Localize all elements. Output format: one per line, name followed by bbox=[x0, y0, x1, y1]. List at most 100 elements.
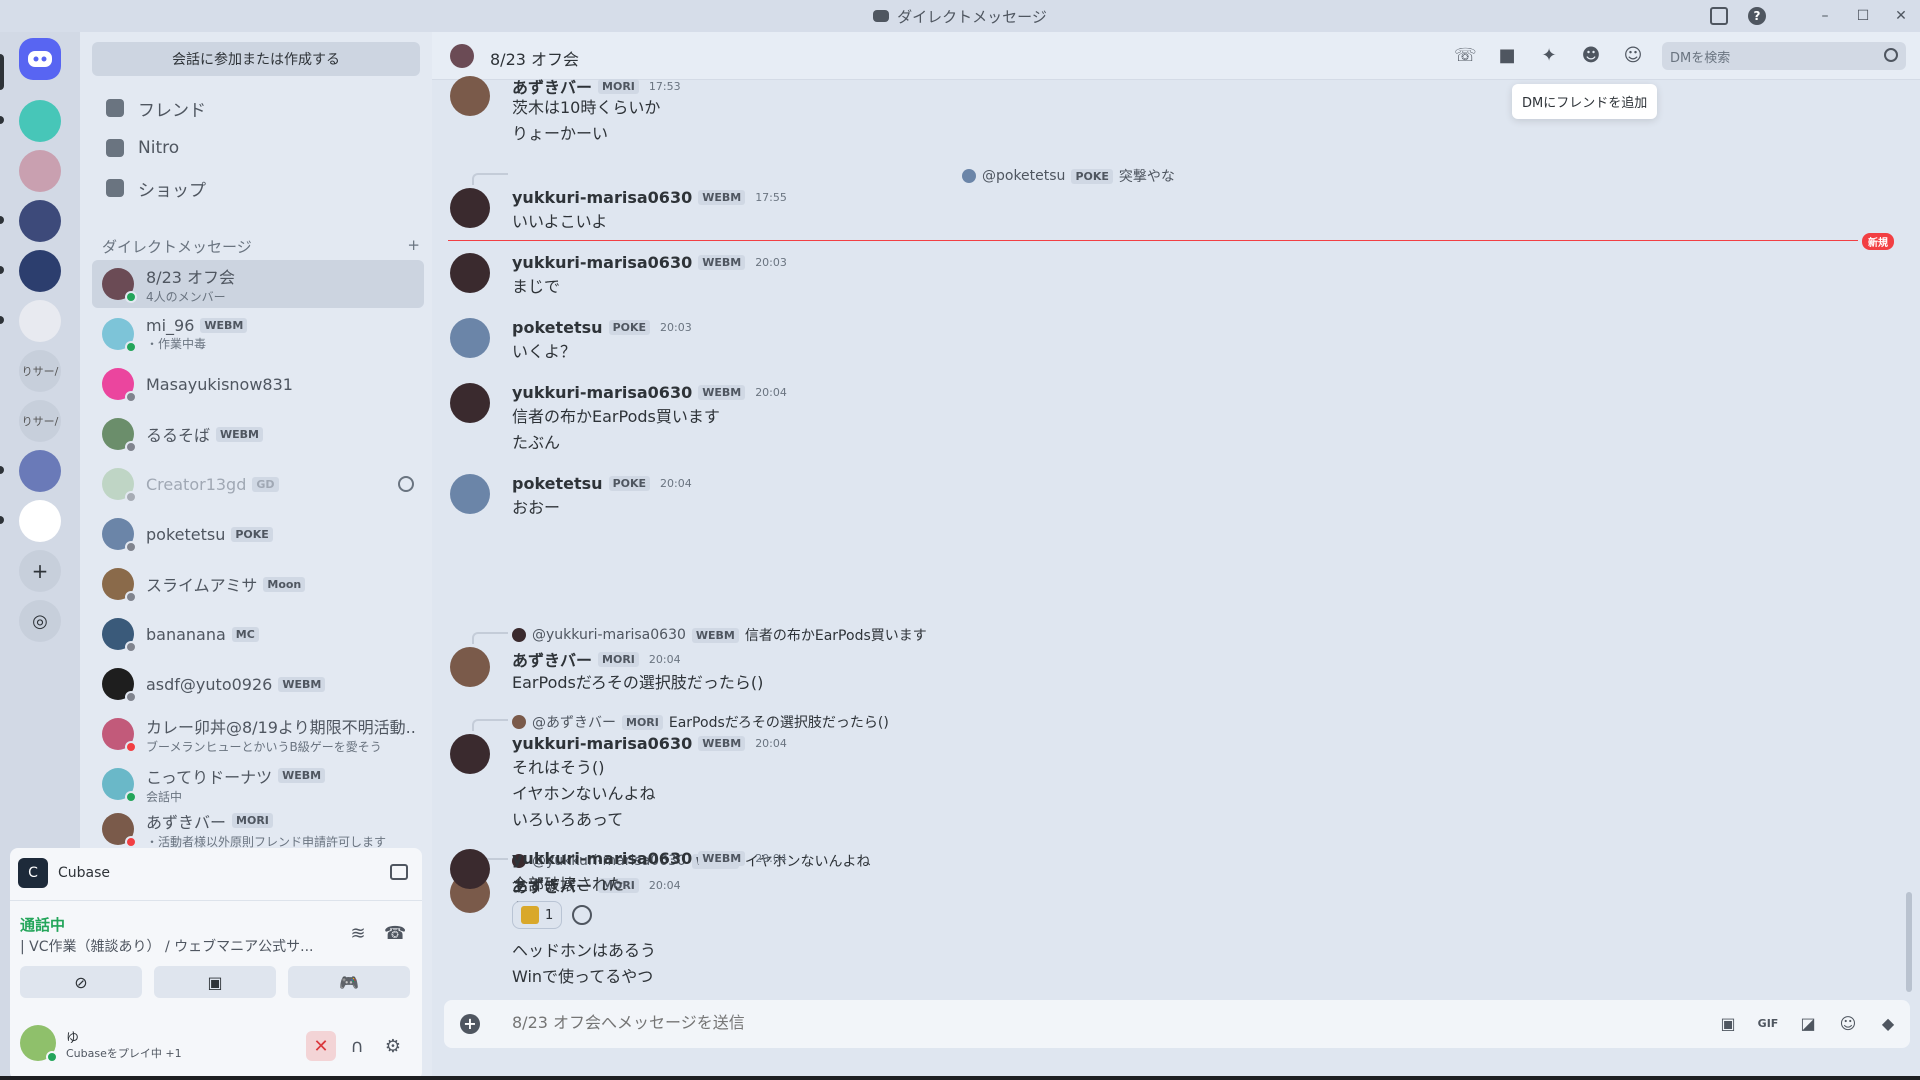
nav-nitro[interactable]: Nitro bbox=[92, 128, 420, 168]
author-name[interactable]: yukkuri-marisa0630 bbox=[512, 188, 692, 207]
nav-friends[interactable]: フレンド bbox=[92, 88, 420, 128]
upload-plus-icon[interactable]: + bbox=[460, 1014, 480, 1034]
server-icon-7[interactable]: りサー/ bbox=[19, 400, 61, 442]
dm-search-input[interactable]: DMを検索 bbox=[1662, 42, 1906, 70]
gif-icon[interactable]: GIF bbox=[1756, 1013, 1780, 1035]
gear-icon[interactable]: ⚙ bbox=[378, 1031, 408, 1061]
reply-preview[interactable]: @あずきバー MORI EarPodsだろその選択肢だったら() bbox=[512, 712, 889, 732]
tag-badge: WEBM bbox=[698, 736, 746, 751]
discover-button[interactable]: ◎ bbox=[19, 600, 61, 642]
dm-item[interactable]: 8/23 オフ会 4人のメンバー bbox=[92, 260, 424, 308]
video-icon[interactable]: ■ bbox=[1496, 46, 1518, 66]
message-text: 茨木は10時くらいか bbox=[512, 98, 661, 117]
reaction-count: 1 bbox=[545, 907, 554, 923]
headphones-icon[interactable]: ∩ bbox=[342, 1031, 372, 1061]
avatar[interactable] bbox=[450, 188, 490, 228]
bottom-edge bbox=[0, 1076, 1920, 1080]
server-icon-5[interactable] bbox=[19, 300, 61, 342]
channel-title: 8/23 オフ会 bbox=[490, 50, 580, 69]
dm-name: こってりドーナツ bbox=[146, 767, 273, 787]
mic-muted-icon[interactable]: ✕ bbox=[306, 1031, 336, 1061]
dm-name: bananana bbox=[146, 624, 226, 644]
dm-item[interactable]: るるそば WEBM bbox=[92, 410, 424, 458]
avatar[interactable] bbox=[450, 253, 490, 293]
noise-suppression-icon[interactable]: ≋ bbox=[348, 924, 368, 944]
unread-indicator bbox=[0, 266, 4, 274]
nav-shop[interactable]: ショップ bbox=[92, 168, 420, 208]
author-name[interactable]: yukkuri-marisa0630 bbox=[512, 849, 692, 868]
dm-item[interactable]: あずきバー MORI ・活動者様以外原則フレンド申請許可します bbox=[92, 810, 424, 848]
members-icon[interactable]: ☺ bbox=[1622, 46, 1644, 66]
activity-app[interactable]: C Cubase bbox=[18, 858, 110, 888]
discord-logo-icon bbox=[873, 10, 890, 22]
author-name[interactable]: poketetsu bbox=[512, 474, 603, 493]
scrollbar[interactable] bbox=[1906, 892, 1912, 992]
activity-button[interactable]: 🎮 bbox=[288, 966, 410, 998]
server-icon-3[interactable] bbox=[19, 200, 61, 242]
avatar bbox=[102, 768, 137, 803]
add-reaction-icon[interactable] bbox=[572, 905, 593, 925]
reply-preview[interactable]: @poketetsu POKE 突撃やな bbox=[962, 166, 1175, 186]
maximize-button[interactable]: ☐ bbox=[1844, 0, 1882, 32]
help-button[interactable]: ? bbox=[1738, 0, 1776, 32]
author-name[interactable]: yukkuri-marisa0630 bbox=[512, 383, 692, 402]
avatar[interactable] bbox=[450, 734, 490, 774]
create-dm-button[interactable]: + bbox=[407, 236, 420, 257]
dm-item[interactable]: カレー卯丼@8/19より期限不明活動... ブーメランヒューとかいうB級ゲーを愛そ… bbox=[92, 710, 424, 758]
avatar[interactable] bbox=[450, 383, 490, 423]
avatar[interactable] bbox=[20, 1025, 58, 1063]
gift-icon[interactable]: ▣ bbox=[1716, 1013, 1740, 1035]
dm-item[interactable]: スライムアミサ Moon bbox=[92, 560, 424, 608]
server-icon-9[interactable] bbox=[19, 500, 61, 542]
tag-badge: WEBM bbox=[216, 426, 263, 442]
close-button[interactable]: ✕ bbox=[1882, 0, 1920, 32]
dm-item[interactable]: こってりドーナツ WEBM 会話中 bbox=[92, 760, 424, 808]
message-text: 信者の布かEarPods買います bbox=[512, 407, 720, 426]
disconnect-icon[interactable]: ☎ bbox=[384, 924, 406, 944]
avatar[interactable] bbox=[450, 849, 490, 889]
dm-sub: 会話中 bbox=[146, 789, 183, 804]
home-button[interactable] bbox=[19, 38, 61, 80]
sticker-icon[interactable]: ◪ bbox=[1796, 1013, 1820, 1035]
dm-item[interactable]: poketetsu POKE bbox=[92, 510, 424, 558]
video-off-button[interactable]: ⊘ bbox=[20, 966, 142, 998]
tag-badge: MORI bbox=[232, 813, 273, 828]
dm-item[interactable]: Creator13gd GD bbox=[92, 460, 424, 508]
message-input[interactable] bbox=[512, 1013, 1412, 1032]
voice-status[interactable]: 通話中 bbox=[20, 914, 65, 935]
dm-item[interactable]: mi_96 WEBM ・作業中毒 bbox=[92, 310, 424, 358]
screen-share-icon[interactable] bbox=[390, 864, 408, 880]
emoji-icon[interactable]: ☺ bbox=[1836, 1013, 1860, 1035]
inbox-button[interactable] bbox=[1700, 0, 1738, 32]
dm-item[interactable]: Masayukisnow831 bbox=[92, 360, 424, 408]
pin-icon[interactable]: ✦ bbox=[1538, 46, 1560, 66]
reaction-pill[interactable]: 1 bbox=[512, 901, 563, 929]
author-name[interactable]: poketetsu bbox=[512, 318, 603, 337]
server-icon-2[interactable] bbox=[19, 150, 61, 192]
avatar[interactable] bbox=[450, 474, 490, 514]
dm-item[interactable]: bananana MC bbox=[92, 610, 424, 658]
author-name[interactable]: あずきバー bbox=[512, 647, 592, 671]
add-server-button[interactable]: + bbox=[19, 550, 61, 592]
minimize-button[interactable]: – bbox=[1806, 0, 1844, 32]
game-icon[interactable]: ◆ bbox=[1876, 1013, 1900, 1035]
screen-share-button[interactable]: ▣ bbox=[154, 966, 276, 998]
find-conversation-button[interactable]: 会話に参加または作成する bbox=[92, 42, 420, 76]
server-icon-8[interactable] bbox=[19, 450, 61, 492]
dm-item[interactable]: asdf@yuto0926 WEBM bbox=[92, 660, 424, 708]
avatar[interactable] bbox=[450, 318, 490, 358]
avatar[interactable] bbox=[450, 647, 490, 687]
reply-preview[interactable]: @yukkuri-marisa0630 WEBM 信者の布かEarPods買いま… bbox=[512, 625, 927, 645]
server-icon-6[interactable]: りサー/ bbox=[19, 350, 61, 392]
timestamp: 20:04 bbox=[648, 878, 681, 892]
voice-channel[interactable]: | VC作業（雑談あり） / ウェブマニア公式サ... bbox=[20, 936, 340, 956]
author-name[interactable]: yukkuri-marisa0630 bbox=[512, 734, 692, 753]
server-icon-4[interactable] bbox=[19, 250, 61, 292]
add-friend-icon[interactable]: ☻ bbox=[1580, 46, 1602, 66]
avatar[interactable] bbox=[450, 76, 490, 116]
phone-icon[interactable]: ☏ bbox=[1454, 46, 1477, 66]
ignored-eye-icon[interactable] bbox=[398, 476, 414, 492]
author-name[interactable]: yukkuri-marisa0630 bbox=[512, 253, 692, 272]
tag-badge: POKE bbox=[1071, 168, 1113, 184]
server-icon-1[interactable] bbox=[19, 100, 61, 142]
